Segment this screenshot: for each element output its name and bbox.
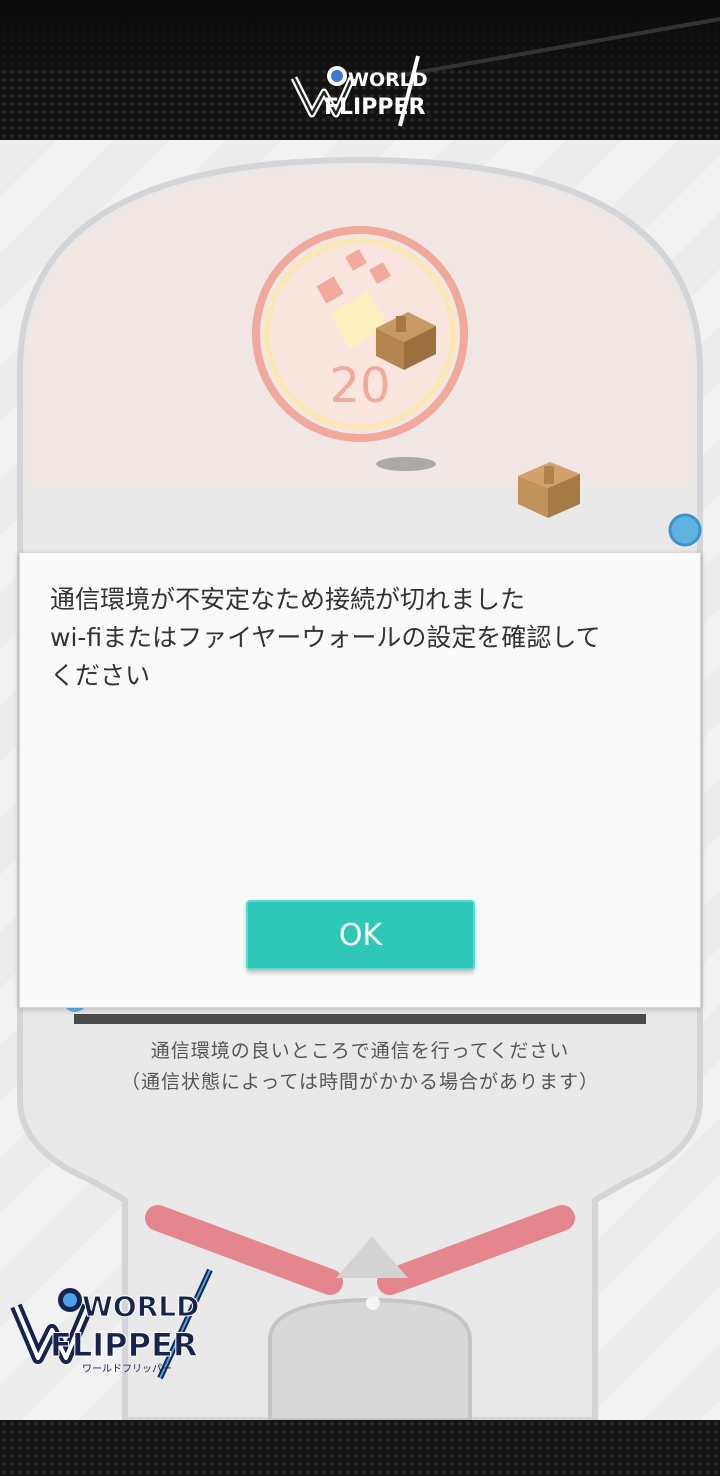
loading-hint-line2: （通信状態によっては時間がかかる場合があります） xyxy=(120,1071,600,1093)
footer-logo-world: WORLD xyxy=(82,1290,199,1323)
top-header: WORLD FLIPPER xyxy=(0,0,720,140)
blue-bumper-icon xyxy=(668,513,702,547)
ball-shadow xyxy=(376,457,436,471)
world-flipper-footer-logo: WORLD FLIPPER ワールドフリッパー xyxy=(10,1268,213,1380)
logo-text-world: WORLD xyxy=(348,69,428,91)
loading-bar xyxy=(74,1014,646,1024)
loading-hint-line1: 通信環境の良いところで通信を行ってください xyxy=(150,1040,570,1062)
counter-value: 20 xyxy=(329,358,390,414)
footer-logo-katakana: ワールドフリッパー xyxy=(82,1363,172,1375)
logo-text-flipper: FLIPPER xyxy=(324,95,426,120)
footer-logo-flipper: FLIPPER xyxy=(50,1326,198,1364)
ok-button[interactable]: OK xyxy=(246,900,475,970)
drain-gate xyxy=(268,1297,472,1420)
dialog-message: 通信環境が不安定なため接続が切れました wi-fiまたはファイヤーウォールの設定… xyxy=(50,585,601,690)
connection-error-dialog: 通信環境が不安定なため接続が切れました wi-fiまたはファイヤーウォールの設定… xyxy=(19,552,701,1008)
world-flipper-logo: WORLD FLIPPER xyxy=(290,55,428,127)
bottom-band xyxy=(0,1420,720,1476)
